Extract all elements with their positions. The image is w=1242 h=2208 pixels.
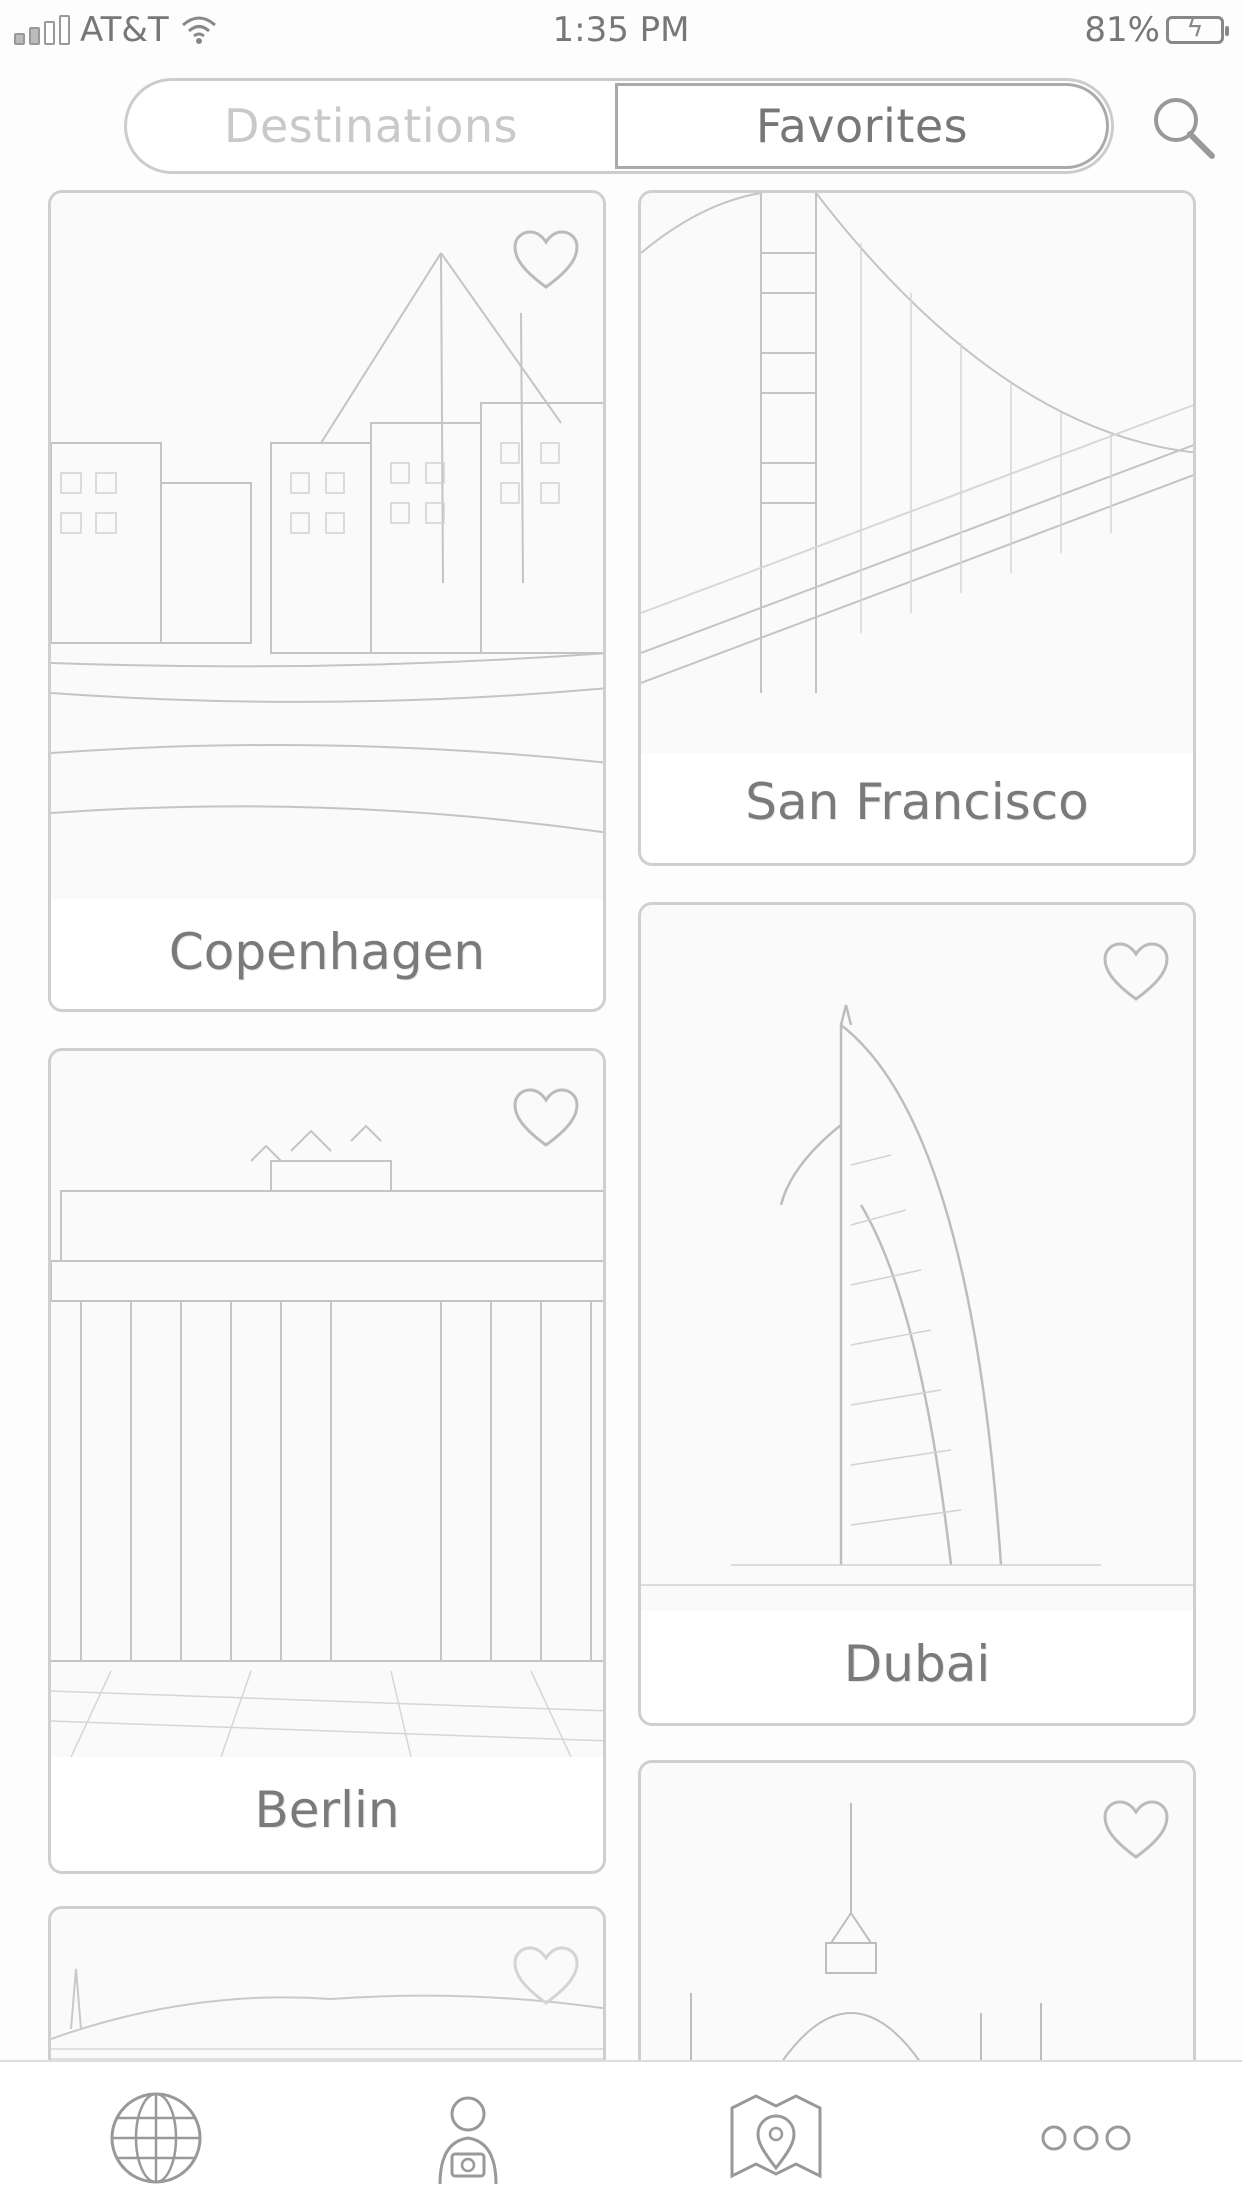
tab-destinations[interactable]: Destinations — [127, 81, 615, 171]
card-city-name: Copenhagen — [168, 923, 486, 981]
berlin-photo — [51, 1051, 603, 1757]
san-francisco-photo — [641, 193, 1193, 753]
destination-card-dubai[interactable]: Dubai — [638, 902, 1196, 1726]
status-bar: AT&T 1:35 PM 81% ϟ — [0, 0, 1242, 60]
traveler-camera-icon[interactable] — [418, 2088, 518, 2188]
heart-outline-icon[interactable] — [511, 1087, 581, 1149]
more-dots-icon[interactable] — [1036, 2088, 1136, 2188]
globe-icon[interactable] — [106, 2088, 206, 2188]
destination-card-san-francisco[interactable]: San Francisco — [638, 190, 1196, 866]
card-city-name: Dubai — [843, 1635, 991, 1693]
tab-bar — [0, 2060, 1242, 2208]
destination-card-berlin[interactable]: Berlin — [48, 1048, 606, 1874]
card-city-name: Berlin — [254, 1781, 400, 1839]
heart-outline-icon[interactable] — [511, 229, 581, 291]
card-city-name: San Francisco — [745, 773, 1089, 831]
status-right: 81% ϟ — [1084, 10, 1229, 50]
battery-charging-icon: ϟ — [1166, 13, 1229, 44]
heart-outline-icon[interactable] — [1101, 941, 1171, 1003]
destination-card-copenhagen[interactable]: Copenhagen — [48, 190, 606, 1012]
segmented-control: Destinations Favorites — [124, 78, 1114, 174]
app-screen: AT&T 1:35 PM 81% ϟ Destinations Favorite… — [0, 0, 1242, 2208]
copenhagen-photo — [51, 193, 603, 899]
tab-favorites[interactable]: Favorites — [615, 83, 1109, 169]
search-icon[interactable] — [1148, 92, 1218, 162]
status-time: 1:35 PM — [552, 10, 690, 50]
dubai-photo — [641, 905, 1193, 1611]
heart-outline-icon[interactable] — [1101, 1799, 1171, 1861]
battery-percent: 81% — [1084, 10, 1160, 50]
map-pin-icon[interactable] — [726, 2088, 826, 2188]
heart-outline-icon[interactable] — [511, 1945, 581, 2007]
